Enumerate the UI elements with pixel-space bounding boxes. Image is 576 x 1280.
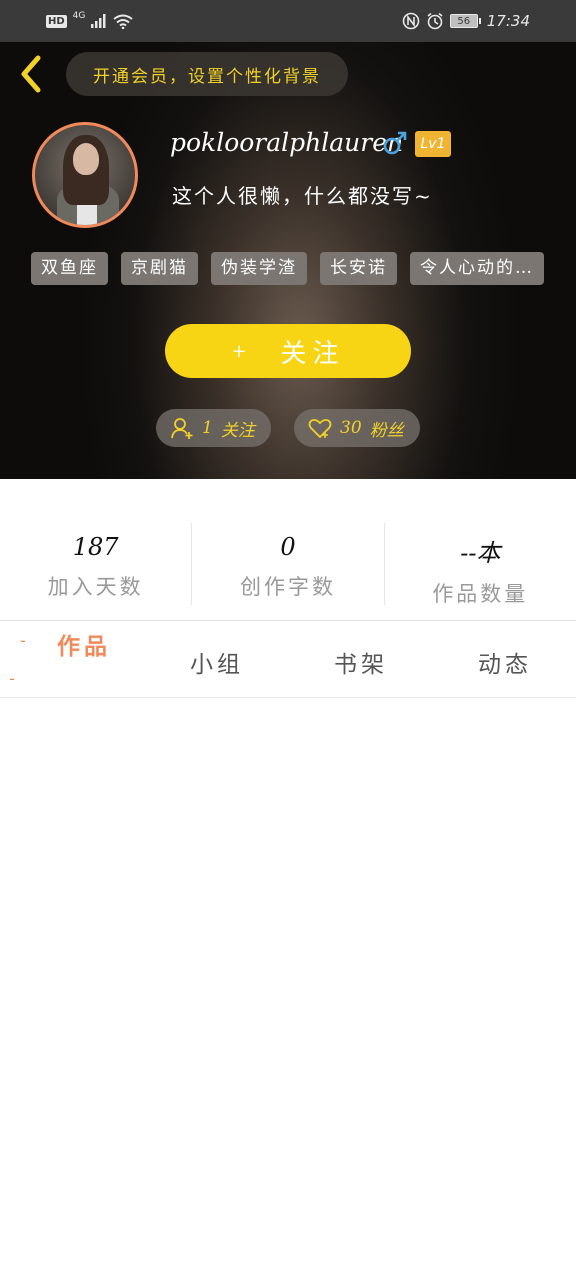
tag-item[interactable]: 伪装学渣 <box>211 252 307 285</box>
follow-button[interactable]: + 关注 <box>165 324 411 378</box>
tag-item[interactable]: 双鱼座 <box>31 252 108 285</box>
following-label: 关注 <box>220 420 255 441</box>
tag-list: 双鱼座 京剧猫 伪装学渣 长安诺 令人心动的… <box>31 252 576 286</box>
stats-row: 187 加入天数 0 创作字数 --本 作品数量 <box>0 523 576 606</box>
stat-value: 0 <box>280 533 296 561</box>
tag-item[interactable]: 京剧猫 <box>121 252 198 285</box>
stat-value: --本 <box>460 539 501 567</box>
stat-label: 加入天数 <box>47 575 144 599</box>
stat-join-days: 187 加入天数 <box>0 523 193 605</box>
status-time: 17:34 <box>486 12 530 30</box>
tab-groups[interactable]: 小组 <box>190 645 244 679</box>
battery-level: 56 <box>449 14 478 28</box>
tag-item[interactable]: 令人心动的… <box>410 252 544 285</box>
tab-bar: - - 作品 小组 书架 动态 <box>0 621 576 697</box>
stat-label: 作品数量 <box>432 582 529 606</box>
heart-icon <box>308 418 332 439</box>
status-right: 56 17:34 <box>402 12 530 30</box>
back-arrow-icon[interactable] <box>14 54 50 94</box>
alarm-icon <box>427 12 443 30</box>
stat-value: 187 <box>72 533 119 561</box>
following-pill[interactable]: 1 关注 <box>156 409 271 447</box>
avatar[interactable] <box>32 122 138 228</box>
signal-icon <box>91 14 106 28</box>
stat-works-count: --本 作品数量 <box>385 523 576 606</box>
network-type: 4G <box>72 11 86 21</box>
username: poklooralphlauren <box>170 128 404 157</box>
tag-item[interactable]: 长安诺 <box>320 252 397 285</box>
tab-bookshelf[interactable]: 书架 <box>334 645 388 679</box>
following-count: 1 <box>202 418 213 438</box>
male-icon <box>383 131 407 155</box>
wifi-icon <box>113 14 133 29</box>
fans-pill[interactable]: 30 粉丝 <box>294 409 420 447</box>
status-bar: HD 4G 56 17:34 <box>0 0 576 42</box>
member-banner[interactable]: 开通会员，设置个性化背景 <box>66 52 348 96</box>
tab-works[interactable]: 作品 <box>57 627 111 661</box>
level-badge: Lv1 <box>415 131 451 157</box>
tab-indicator-mark: - <box>20 631 26 650</box>
tab-indicator-mark: - <box>9 669 15 688</box>
bio: 这个人很懒，什么都没写~ <box>172 184 433 208</box>
add-user-icon <box>171 418 193 439</box>
plus-icon: + <box>231 340 247 362</box>
fans-count: 30 <box>340 418 362 438</box>
stat-word-count: 0 创作字数 <box>192 523 385 605</box>
stat-label: 创作字数 <box>239 575 336 599</box>
profile-header: 开通会员，设置个性化背景 poklooralphlauren Lv1 这个人很懒… <box>0 42 576 479</box>
follow-button-label: 关注 <box>280 338 345 369</box>
fans-label: 粉丝 <box>369 420 404 441</box>
tab-feed[interactable]: 动态 <box>478 645 532 679</box>
hd-badge: HD <box>46 14 67 28</box>
status-left: HD 4G <box>46 11 133 29</box>
tab-content-area <box>0 698 576 1280</box>
battery-icon: 56 <box>449 14 481 28</box>
nfc-icon <box>402 12 420 30</box>
